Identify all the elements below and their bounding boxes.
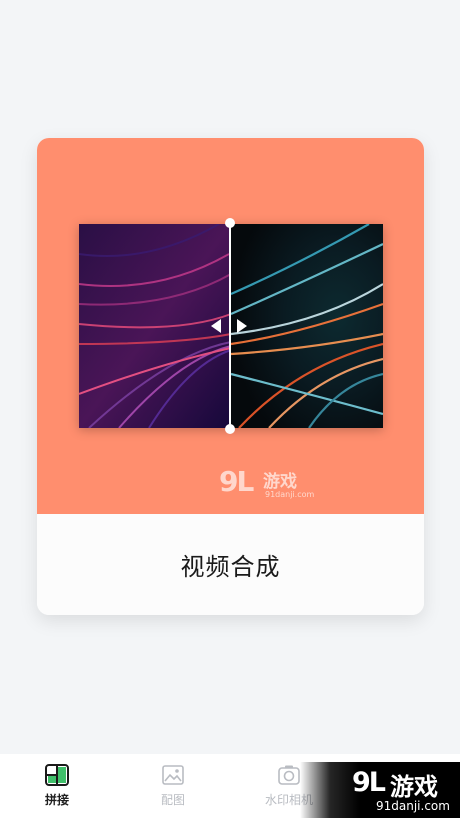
splice-icon (45, 764, 69, 786)
divider-handle-top[interactable] (225, 218, 235, 228)
card-label-area: 视频合成 (37, 514, 424, 615)
split-divider-line[interactable] (229, 222, 231, 430)
tab-label-image: 配图 (160, 793, 185, 807)
watermark-url: 91danji.com (265, 490, 315, 499)
card-watermark: 9L 游戏 91danji.com (219, 465, 339, 505)
watermark-text: 游戏 (263, 472, 297, 492)
arrow-left-icon[interactable] (211, 319, 221, 333)
tab-label-splice: 拼接 (44, 793, 69, 807)
card-preview-area: 9L 游戏 91danji.com (37, 138, 424, 514)
divider-handle-bottom[interactable] (225, 424, 235, 434)
watermark-logo: 9L (219, 465, 254, 498)
comparison-preview-image (79, 224, 383, 428)
tab-splice[interactable]: 拼接 (17, 754, 97, 818)
tab-image[interactable]: 配图 (133, 754, 213, 818)
video-merge-card[interactable]: 9L 游戏 91danji.com 视频合成 (37, 138, 424, 615)
site-watermark-logo: 9L (352, 767, 386, 798)
image-icon (162, 765, 184, 785)
camera-icon (278, 765, 300, 785)
site-watermark: 9L 游戏 91danji.com (300, 762, 460, 818)
site-watermark-url: 91danji.com (376, 799, 450, 813)
card-title: 视频合成 (180, 553, 281, 581)
arrow-right-icon[interactable] (237, 319, 247, 333)
site-watermark-text: 游戏 (390, 773, 438, 801)
